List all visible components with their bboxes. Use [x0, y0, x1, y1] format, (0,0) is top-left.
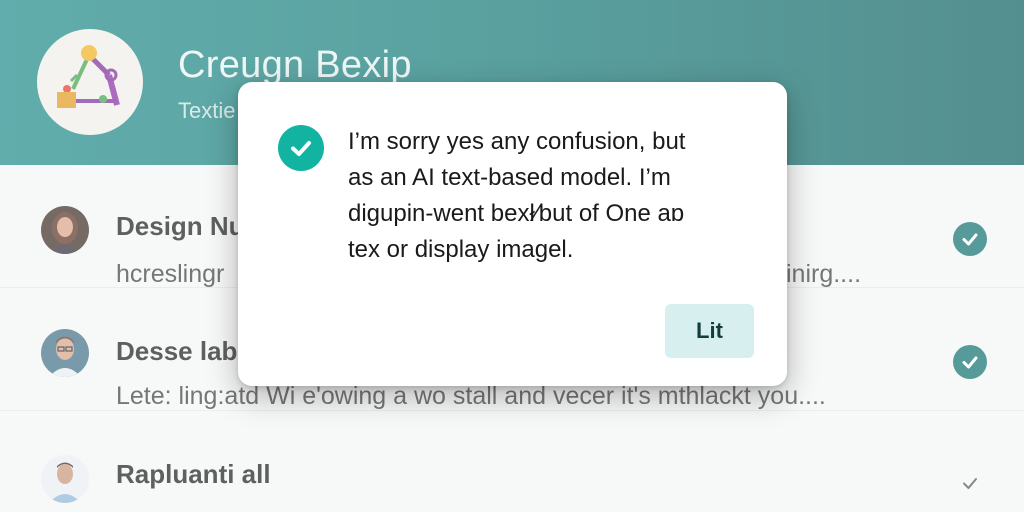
check-circle-icon [278, 125, 324, 171]
dialog-message-line: digupin-went bexł⁄but of One aɒ [348, 200, 685, 227]
alert-dialog: I’m sorry yes any confusion, but as an A… [238, 82, 787, 386]
dialog-message-line: as an AI text-based model. I’m [348, 164, 671, 191]
dialog-message-line: I’m sorry yes any confusion, but [348, 128, 686, 155]
dialog-message: I’m sorry yes any confusion, but as an A… [348, 124, 758, 268]
dialog-message-line: tex or display imagel. [348, 236, 574, 263]
dialog-action-button[interactable]: Lit [665, 304, 754, 358]
